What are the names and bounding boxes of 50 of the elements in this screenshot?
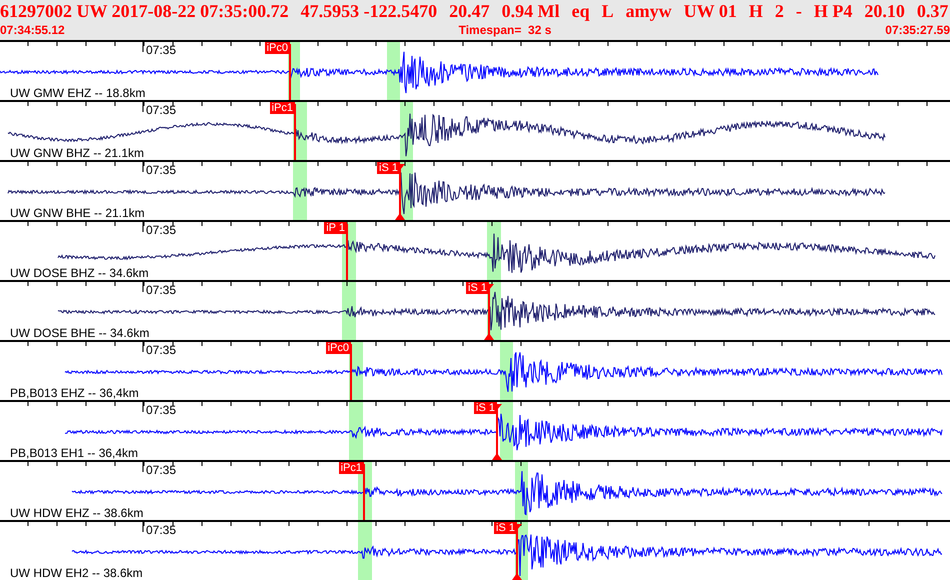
station-label: UW DOSE BHE -- 34.6km (10, 327, 150, 339)
pick-window-band (358, 522, 372, 580)
time-label: 07:35 (146, 404, 176, 416)
pick-window-band (293, 162, 307, 220)
event-summary-field: amyw (626, 0, 672, 22)
event-summary-field: 0.37 (916, 0, 948, 22)
timespan-label: Timespan= 32 s (458, 22, 552, 38)
pick-window-band (387, 42, 400, 100)
pick-window-band (349, 402, 363, 460)
station-label: UW GNW BHE -- 21.1km (10, 207, 145, 219)
event-summary-field: eq (572, 0, 590, 22)
event-summary-field: 0.94 Ml (502, 0, 560, 22)
station-label: UW HDW EH2 -- 38.6km (10, 567, 143, 579)
pick-label: iPc0 (264, 42, 290, 54)
event-summary-field: UW 01 (684, 0, 737, 22)
time-label: 07:35 (146, 464, 176, 476)
pick-line (363, 464, 365, 520)
event-summary-field: 61297002 UW 2017-08-22 07:35:00.72 (0, 0, 289, 22)
event-summary-field: H (748, 0, 763, 22)
event-summary-field: 2 (774, 0, 784, 22)
pick-label: iPc0 (326, 342, 351, 354)
station-label: PB,B013 EH1 -- 36,4km (10, 447, 138, 459)
station-label: UW GMW EHZ -- 18.8km (10, 87, 146, 99)
end-time: 07:35:27.59 (885, 22, 950, 38)
event-summary-field: 20.10 (864, 0, 905, 22)
time-label: 07:35 (146, 284, 176, 296)
pick-line (289, 44, 291, 100)
pick-label: iP 1 (324, 222, 347, 234)
time-label: 07:35 (146, 224, 176, 236)
station-label: UW GNW BHZ -- 21.1km (10, 147, 144, 159)
time-label: 07:35 (146, 164, 176, 176)
pick-label: iPc1 (270, 102, 295, 114)
pick-line (350, 344, 352, 400)
event-summary-field: 20.47 (449, 0, 490, 22)
event-summary-field: 47.5953 -122.5470 (300, 0, 438, 22)
pick-window-band (342, 282, 356, 340)
event-summary-field: H P4 (814, 0, 852, 22)
event-summary-field: L (602, 0, 614, 22)
time-label: 07:35 (146, 344, 176, 356)
time-label: 07:35 (146, 524, 176, 536)
pick-line (346, 224, 348, 280)
station-label: PB,B013 EHZ -- 36,4km (10, 387, 139, 399)
station-label: UW HDW EHZ -- 38.6km (10, 507, 144, 519)
time-label: 07:35 (146, 44, 176, 56)
time-label: 07:35 (146, 104, 176, 116)
pick-line (294, 104, 296, 160)
station-label: UW DOSE BHZ -- 34.6km (10, 267, 149, 279)
start-time: 07:34:55.12 (0, 22, 65, 38)
event-summary-field: - (796, 0, 802, 22)
pick-label: iPc1 (338, 462, 364, 474)
